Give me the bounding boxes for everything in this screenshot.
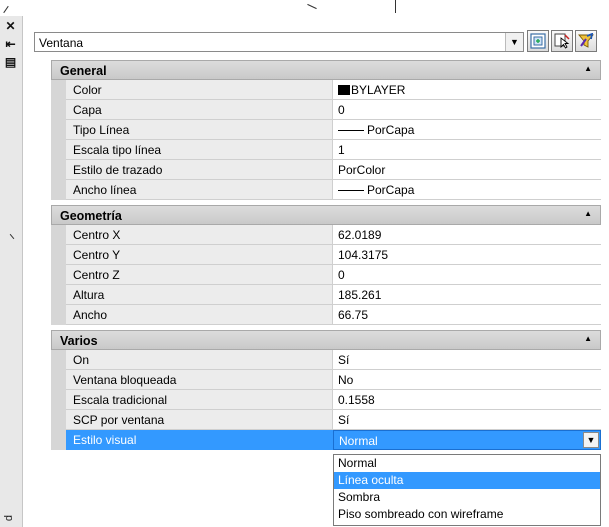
quick-select-button[interactable] <box>575 30 597 52</box>
collapse-icon[interactable]: ▲ <box>584 64 592 73</box>
property-row-center-y[interactable]: Centro Y 104.3175 <box>51 245 601 265</box>
property-row-linetype[interactable]: Tipo Línea PorCapa <box>51 120 601 140</box>
property-name: Tipo Línea <box>66 120 333 140</box>
property-name: Centro Z <box>66 265 333 285</box>
property-row-color[interactable]: Color BYLAYER <box>51 80 601 100</box>
section-geometry[interactable]: Geometría ▲ <box>51 205 601 225</box>
property-row-on[interactable]: On Sí <box>51 350 601 370</box>
property-name: Ancho <box>66 305 333 325</box>
property-value[interactable]: 66.75 <box>333 305 601 325</box>
property-value[interactable]: 0.1558 <box>333 390 601 410</box>
property-row-ucs-per-viewport[interactable]: SCP por ventana Sí <box>51 410 601 430</box>
palette-title-bar[interactable]: ✕ ⇤ ▤ d <box>0 16 23 527</box>
palette-title-label: d <box>3 514 15 521</box>
toggle-pickadd-button[interactable] <box>527 30 549 52</box>
property-value[interactable]: 62.0189 <box>333 225 601 245</box>
property-value[interactable]: 185.261 <box>333 285 601 305</box>
property-name: SCP por ventana <box>66 410 333 430</box>
property-value[interactable]: 0 <box>333 100 601 120</box>
property-row-center-z[interactable]: Centro Z 0 <box>51 265 601 285</box>
property-value[interactable]: PorColor <box>333 160 601 180</box>
property-value[interactable]: 0 <box>333 265 601 285</box>
dropdown-option[interactable]: Sombra <box>334 489 600 506</box>
property-row-height[interactable]: Altura 185.261 <box>51 285 601 305</box>
property-row-standard-scale[interactable]: Escala tradicional 0.1558 <box>51 390 601 410</box>
property-name: Escala tradicional <box>66 390 333 410</box>
property-value[interactable]: Sí <box>333 350 601 370</box>
autohide-icon[interactable]: ⇤ <box>3 37 18 51</box>
property-row-lineweight[interactable]: Ancho línea PorCapa <box>51 180 601 200</box>
lineweight-sample <box>338 190 364 191</box>
property-value[interactable]: 1 <box>333 140 601 160</box>
color-swatch <box>338 85 350 95</box>
property-name: Color <box>66 80 333 100</box>
property-row-width[interactable]: Ancho 66.75 <box>51 305 601 325</box>
linetype-sample <box>338 130 364 131</box>
property-name: Altura <box>66 285 333 305</box>
visual-style-select[interactable]: Normal ▼ <box>333 430 601 450</box>
collapse-icon[interactable]: ▲ <box>584 209 592 218</box>
property-name: Centro X <box>66 225 333 245</box>
property-row-linetype-scale[interactable]: Escala tipo línea 1 <box>51 140 601 160</box>
property-name: Estilo visual <box>66 430 333 450</box>
chevron-down-icon[interactable]: ▼ <box>583 432 599 448</box>
object-type-select[interactable]: Ventana ▼ <box>34 32 524 52</box>
canvas-line <box>395 0 396 13</box>
object-type-value: Ventana <box>39 36 84 50</box>
property-value[interactable]: 104.3175 <box>333 245 601 265</box>
select-objects-button[interactable] <box>551 30 573 52</box>
property-value[interactable]: BYLAYER <box>333 80 601 100</box>
property-value[interactable]: Sí <box>333 410 601 430</box>
section-title: Varios <box>60 334 98 348</box>
property-name: Ventana bloqueada <box>66 370 333 390</box>
toggle-pickadd-icon <box>530 33 546 49</box>
section-misc[interactable]: Varios ▲ <box>51 330 601 350</box>
drawing-canvas-strip[interactable] <box>0 0 609 14</box>
property-value[interactable]: No <box>333 370 601 390</box>
collapse-icon[interactable]: ▲ <box>584 334 592 343</box>
section-general[interactable]: General ▲ <box>51 60 601 80</box>
dropdown-option[interactable]: Piso sombreado con wireframe <box>334 506 600 523</box>
dropdown-option[interactable]: Línea oculta <box>334 472 600 489</box>
property-row-viewport-locked[interactable]: Ventana bloqueada No <box>51 370 601 390</box>
property-name: Estilo de trazado <box>66 160 333 180</box>
properties-menu-icon[interactable]: ▤ <box>3 55 18 69</box>
property-name: Ancho línea <box>66 180 333 200</box>
property-row-visual-style[interactable]: Estilo visual Normal ▼ <box>51 430 601 450</box>
property-name: Capa <box>66 100 333 120</box>
property-name: Escala tipo línea <box>66 140 333 160</box>
property-value[interactable]: PorCapa <box>333 180 601 200</box>
quick-select-icon <box>578 33 594 48</box>
section-title: General <box>60 64 107 78</box>
property-row-layer[interactable]: Capa 0 <box>51 100 601 120</box>
property-value[interactable]: PorCapa <box>333 120 601 140</box>
property-row-center-x[interactable]: Centro X 62.0189 <box>51 225 601 245</box>
canvas-line <box>307 3 317 10</box>
chevron-down-icon[interactable]: ▼ <box>505 33 523 51</box>
dropdown-option[interactable]: Normal <box>334 455 600 472</box>
visual-style-dropdown: Normal Línea oculta Sombra Piso sombread… <box>333 454 601 526</box>
property-row-plot-style[interactable]: Estilo de trazado PorColor <box>51 160 601 180</box>
property-name: Centro Y <box>66 245 333 265</box>
select-objects-icon <box>554 33 570 49</box>
visual-style-value: Normal <box>339 434 378 448</box>
canvas-line <box>3 5 9 14</box>
close-icon[interactable]: ✕ <box>3 19 18 33</box>
section-title: Geometría <box>60 209 122 223</box>
property-name: On <box>66 350 333 370</box>
